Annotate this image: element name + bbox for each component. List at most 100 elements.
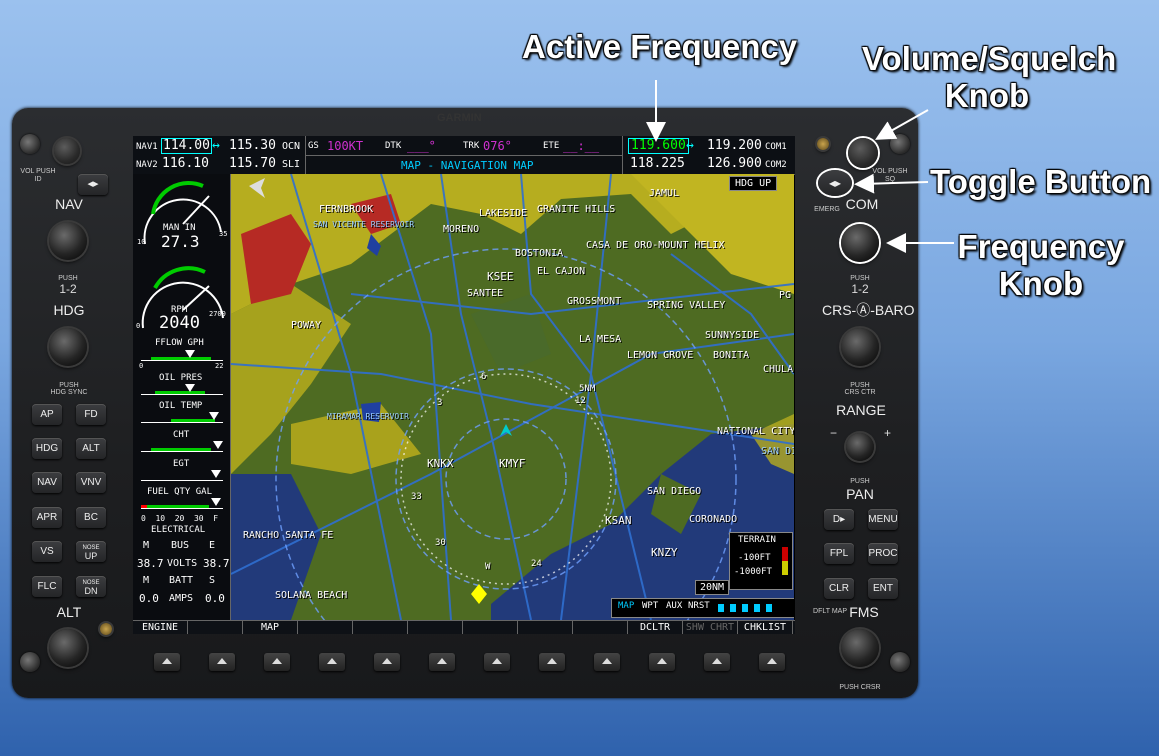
- page-tab-map[interactable]: MAP: [618, 601, 634, 611]
- alt-knob[interactable]: [49, 629, 87, 667]
- map-label-grossmont: GROSSMONT: [567, 296, 622, 307]
- push-crsr-label: PUSH CRSR: [839, 684, 881, 691]
- com2-label: COM2: [765, 160, 787, 170]
- fuel-qty-bar: [141, 498, 223, 509]
- fflow-max: 22: [215, 362, 224, 370]
- gs-value: 100KT: [327, 139, 364, 153]
- fflow-min: 0: [139, 362, 144, 370]
- softkey-label-6: [408, 621, 463, 634]
- map-label-granite-hills: GRANITE HILLS: [537, 204, 616, 215]
- com-indicator-dot: [817, 138, 829, 150]
- terrain-level-1: -100FT: [738, 553, 771, 563]
- map-label-san-di: SAN DI: [761, 446, 794, 457]
- com-frequency-knob[interactable]: [841, 224, 879, 262]
- trk-value: 076°: [483, 139, 512, 153]
- softkey-button-12[interactable]: [759, 653, 785, 671]
- page-title: MAP - NAVIGATION MAP: [401, 159, 534, 172]
- oil-temp-label: OIL TEMP: [159, 401, 203, 411]
- softkey-button-8[interactable]: [539, 653, 565, 671]
- nav2-active-freq: 116.10: [162, 156, 209, 171]
- bc-button[interactable]: BC: [76, 507, 106, 528]
- bus-e: E: [209, 540, 216, 551]
- nav-12-label: 1-2: [59, 282, 77, 296]
- range-mark-6: 6: [481, 372, 487, 382]
- callout-volume-line1: Volume/Squelch: [862, 40, 1117, 77]
- bus-label: BUS: [171, 540, 190, 551]
- map-label-miramar: MIRAMAR RESERVOIR: [327, 412, 409, 421]
- com-volume-squelch-knob[interactable]: [848, 138, 878, 168]
- nose-dn-line2: DN: [84, 586, 98, 596]
- ent-button[interactable]: ENT: [868, 578, 898, 599]
- mfd-screen: NAV1 114.00 ↔ 115.30 OCN NAV2 116.10 115…: [133, 136, 795, 634]
- com1-active-freq[interactable]: 119.600: [628, 138, 689, 154]
- softkey-button-3[interactable]: [264, 653, 290, 671]
- fd-button[interactable]: FD: [76, 404, 106, 425]
- map-label-spring-valley: SPRING VALLEY: [647, 300, 726, 311]
- map-label-solana-beach: SOLANA BEACH: [275, 590, 348, 601]
- page-tab-wpt[interactable]: WPT: [642, 601, 658, 611]
- fms-knob[interactable]: [841, 629, 879, 667]
- softkey-button-4[interactable]: [319, 653, 345, 671]
- proc-button[interactable]: PROC: [868, 543, 898, 564]
- map-label-jamul: JAMUL: [649, 188, 680, 199]
- menu-button[interactable]: MENU: [868, 509, 898, 530]
- com1-label: COM1: [765, 142, 787, 152]
- batt-label: BATT: [169, 575, 194, 586]
- softkey-label-10: DCLTR: [628, 621, 683, 634]
- softkey-label-7: [463, 621, 518, 634]
- map-label-rancho-santa-fe: RANCHO SANTA FE: [243, 530, 334, 541]
- rpm-value: 2040: [159, 313, 200, 333]
- hdg-knob[interactable]: [49, 328, 87, 366]
- topbar-divider-mid: [305, 155, 622, 156]
- softkey-label-8: [518, 621, 573, 634]
- apr-button[interactable]: APR: [32, 507, 62, 528]
- softkey-button-10[interactable]: [649, 653, 675, 671]
- navigation-map[interactable]: FERNBROOK LAKESIDE GRANITE HILLS JAMUL S…: [231, 174, 794, 620]
- crs-baro-knob[interactable]: [841, 328, 879, 366]
- range-mark-12: 12: [575, 396, 586, 406]
- softkey-button-7[interactable]: [484, 653, 510, 671]
- softkey-label-12: CHKLIST: [738, 621, 793, 634]
- softkey-button-11[interactable]: [704, 653, 730, 671]
- com-toggle-button[interactable]: ◂▸: [818, 170, 852, 196]
- terrain-title: TERRAIN: [738, 535, 776, 545]
- softkey-button-9[interactable]: [594, 653, 620, 671]
- fms-label: FMS: [849, 604, 879, 620]
- nav-toggle-button[interactable]: ◂▸: [78, 174, 108, 195]
- map-label-sunnyside: SUNNYSIDE: [705, 330, 760, 341]
- direct-to-button[interactable]: D▸: [824, 509, 854, 530]
- softkey-button-5[interactable]: [374, 653, 400, 671]
- range-joystick[interactable]: [846, 433, 874, 461]
- nav1-label: NAV1: [136, 142, 158, 152]
- screw-bottom-left: [20, 652, 40, 672]
- softkey-button-2[interactable]: [209, 653, 235, 671]
- nav-frequency-knob[interactable]: [49, 222, 87, 260]
- flc-button[interactable]: FLC: [32, 576, 62, 597]
- com1-swap-arrow: ↔: [686, 138, 694, 153]
- softkey-button-1[interactable]: [154, 653, 180, 671]
- map-label-kmyf: KMYF: [499, 457, 526, 470]
- callout-toggle-button: Toggle Button: [930, 163, 1152, 200]
- nose-up-button[interactable]: NOSE UP: [76, 541, 106, 562]
- emerg-label: EMERG: [814, 206, 840, 213]
- nav1-active-freq[interactable]: 114.00: [161, 138, 212, 154]
- vnv-button[interactable]: VNV: [76, 472, 106, 493]
- nav-volume-knob[interactable]: [54, 138, 80, 164]
- engine-indication-strip: MAN IN 27.3 10 35 RPM 2040 0 2700 FFLOW …: [133, 174, 231, 620]
- nose-dn-button[interactable]: NOSE DN: [76, 576, 106, 597]
- ap-hdg-button[interactable]: HDG: [32, 438, 62, 459]
- fpl-button[interactable]: FPL: [824, 543, 854, 564]
- softkey-button-6[interactable]: [429, 653, 455, 671]
- com-vol-push-sq-label: VOL PUSH SQ: [872, 168, 908, 183]
- egt-label: EGT: [173, 459, 190, 469]
- ap-alt-button[interactable]: ALT: [76, 438, 106, 459]
- range-mark-30: 30: [435, 538, 446, 548]
- ap-nav-button[interactable]: NAV: [32, 472, 62, 493]
- page-tab-aux[interactable]: AUX: [666, 601, 682, 611]
- vs-button[interactable]: VS: [32, 541, 62, 562]
- egt-bar: [141, 470, 223, 481]
- softkey-label-2: [188, 621, 243, 634]
- ap-button[interactable]: AP: [32, 404, 62, 425]
- page-tab-nrst[interactable]: NRST: [688, 601, 710, 611]
- clr-button[interactable]: CLR: [824, 578, 854, 599]
